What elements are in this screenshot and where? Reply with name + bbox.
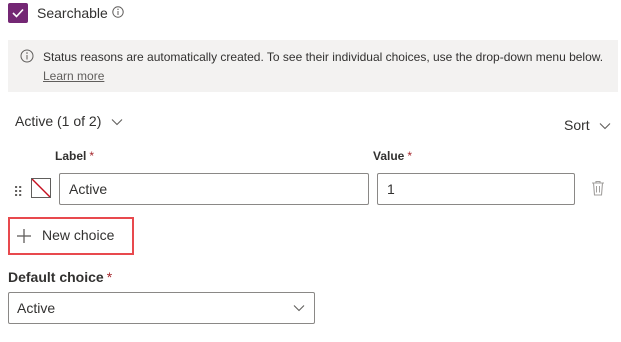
chevron-down-icon [111, 119, 123, 126]
default-choice-label-text: Default choice [8, 269, 104, 285]
info-banner-text: Status reasons are automatically created… [43, 48, 613, 86]
required-mark: * [106, 269, 113, 285]
searchable-label: Searchable [37, 5, 108, 21]
chevron-down-icon [599, 123, 610, 130]
sort-label: Sort [564, 117, 590, 133]
default-choice-label: Default choice * [8, 269, 112, 285]
info-icon[interactable] [112, 6, 124, 18]
value-column-header: Value * [373, 149, 412, 163]
label-header-text: Label [55, 149, 87, 163]
info-icon [20, 49, 34, 63]
choice-label-input[interactable] [59, 173, 369, 205]
trash-icon[interactable] [590, 179, 606, 197]
active-section-toggle[interactable]: Active (1 of 2) [15, 113, 123, 129]
checkmark-icon [12, 8, 24, 18]
learn-more-link[interactable]: Learn more [43, 69, 104, 83]
value-header-text: Value [373, 149, 405, 163]
label-column-header: Label * [55, 149, 94, 163]
drag-handle-icon[interactable]: ⠿ [13, 184, 23, 201]
required-mark: * [89, 149, 95, 163]
section-title: Active (1 of 2) [15, 113, 102, 129]
color-swatch[interactable] [31, 178, 51, 198]
chevron-down-icon [293, 305, 305, 312]
info-banner-message: Status reasons are automatically created… [43, 50, 604, 64]
new-choice-button[interactable]: New choice [42, 227, 114, 243]
choice-value-input[interactable] [377, 173, 575, 205]
sort-button[interactable]: Sort [564, 117, 611, 133]
searchable-checkbox[interactable] [8, 3, 28, 23]
default-choice-value: Active [17, 300, 56, 316]
required-mark: * [407, 149, 413, 163]
plus-icon[interactable] [16, 228, 32, 244]
no-color-icon [32, 179, 50, 197]
